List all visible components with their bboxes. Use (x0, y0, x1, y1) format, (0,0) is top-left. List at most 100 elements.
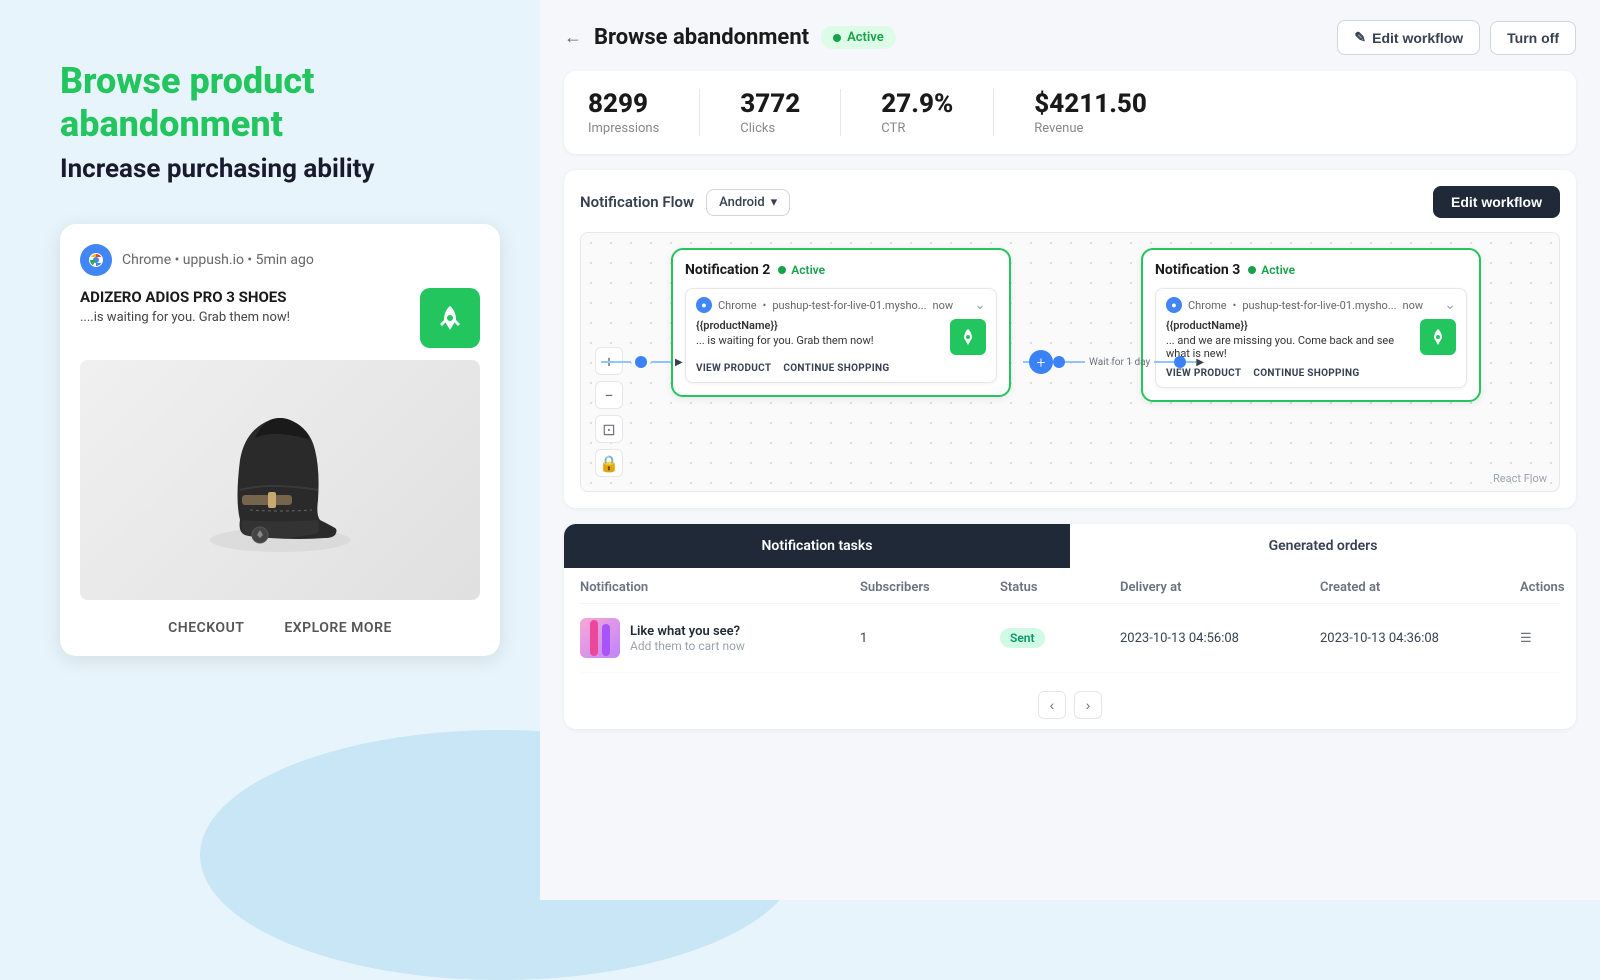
notif-sub: Add them to cart now (630, 639, 745, 653)
notif-info: Like what you see? Add them to cart now (630, 624, 745, 653)
flow-card-notification-3: Notification 3 Active ● Chrome • pus (1141, 248, 1481, 402)
flow-card-3-title: Notification 3 (1155, 262, 1240, 278)
checkout-button[interactable]: CHECKOUT (168, 620, 244, 636)
status-dot (833, 34, 841, 42)
product-body-2: ... is waiting for you. Grab them now! (696, 334, 944, 347)
stat-value-revenue: $4211.50 (1034, 89, 1147, 119)
mini-browser-2: Chrome (718, 299, 757, 312)
notif-name: Like what you see? (630, 624, 745, 639)
mini-notif-2-text: {{productName}} ... is waiting for you. … (696, 319, 944, 347)
mini-notif-3-actions: VIEW PRODUCT CONTINUE SHOPPING (1166, 368, 1456, 379)
table-row: Like what you see? Add them to cart now … (580, 604, 1560, 673)
stat-revenue: $4211.50 Revenue (1034, 89, 1147, 136)
active-dot-3 (1248, 266, 1256, 274)
mini-notif-3-header: ● Chrome • pushup-test-for-live-01.mysho… (1166, 297, 1456, 313)
fit-view-button[interactable]: ⊡ (595, 415, 623, 443)
zoom-out-button[interactable]: − (595, 381, 623, 409)
mini-notif-3-text: {{productName}} ... and we are missing y… (1166, 319, 1414, 360)
cell-delivery-at: 2023-10-13 04:56:08 (1120, 631, 1320, 646)
col-delivery-at: Delivery at (1120, 580, 1320, 595)
mini-time-2: now (933, 299, 954, 312)
prev-page-button[interactable]: ‹ (1038, 691, 1066, 719)
mini-chrome-icon-3: ● (1166, 297, 1182, 313)
turn-off-button[interactable]: Turn off (1490, 21, 1576, 55)
table-container: Notification Subscribers Status Delivery… (564, 568, 1576, 681)
product-name-2: {{productName}} (696, 319, 944, 332)
flow-header-left: Notification Flow Android ▾ (580, 189, 790, 216)
notif-meta-text: Chrome • uppush.io • 5min ago (122, 252, 314, 268)
top-bar: ← Browse abandonment Active ✎ Edit workf… (564, 20, 1576, 55)
boot-image (80, 360, 480, 600)
platform-select[interactable]: Android ▾ (706, 189, 790, 216)
mini-site-2: pushup-test-for-live-01.mysho... (772, 299, 926, 312)
cell-notification: Like what you see? Add them to cart now (580, 618, 860, 658)
top-bar-left: ← Browse abandonment Active (564, 25, 896, 50)
rocket-icon (420, 288, 480, 348)
next-page-button[interactable]: › (1074, 691, 1102, 719)
tab-notification-tasks[interactable]: Notification tasks (564, 524, 1070, 568)
stat-value-impressions: 8299 (588, 89, 659, 119)
notif-text: ADIZERO ADIOS PRO 3 SHOES ....is waiting… (80, 288, 290, 325)
stat-ctr: 27.9% CTR (881, 89, 953, 136)
flow-canvas: ▶ Notification 2 Active (580, 232, 1560, 492)
active-label-2: Active (791, 263, 825, 277)
flow-card-3-title-row: Notification 3 Active (1155, 262, 1295, 278)
product-name-3: {{productName}} (1166, 319, 1414, 332)
cell-subscribers: 1 (860, 631, 1000, 646)
notif-header: Chrome • uppush.io • 5min ago (80, 244, 480, 276)
mini-notif-2: ● Chrome • pushup-test-for-live-01.mysho… (685, 288, 997, 383)
stat-impressions: 8299 Impressions (588, 89, 659, 136)
flow-card-2-active-badge: Active (778, 263, 825, 277)
mini-action-2-view: VIEW PRODUCT (696, 363, 771, 374)
cell-actions: ☰ (1520, 631, 1576, 646)
col-actions: Actions (1520, 580, 1576, 595)
active-label-3: Active (1261, 263, 1295, 277)
mini-action-3-view: VIEW PRODUCT (1166, 368, 1241, 379)
add-node-button[interactable]: + (1029, 350, 1053, 374)
stat-value-ctr: 27.9% (881, 89, 953, 119)
explore-more-button[interactable]: EXPLORE MORE (284, 620, 391, 636)
notif-actions: CHECKOUT EXPLORE MORE (80, 612, 480, 636)
stat-divider-3 (993, 89, 994, 136)
mini-notif-2-content: {{productName}} ... is waiting for you. … (696, 319, 986, 355)
left-title-green: Browse product abandonment (60, 60, 500, 146)
edit-icon: ✎ (1354, 29, 1366, 46)
chrome-icon (80, 244, 112, 276)
actions-icon[interactable]: ☰ (1520, 631, 1532, 646)
flow-section: Notification Flow Android ▾ Edit workflo… (564, 170, 1576, 508)
notif-content-row: ADIZERO ADIOS PRO 3 SHOES ....is waiting… (80, 288, 480, 348)
mini-notif-2-header: ● Chrome • pushup-test-for-live-01.mysho… (696, 297, 986, 313)
notif-body: ....is waiting for you. Grab them now! (80, 310, 290, 325)
react-flow-label: React Flow (1493, 472, 1547, 485)
sent-badge: Sent (1000, 628, 1045, 648)
bottom-section: Notification tasks Generated orders Noti… (564, 524, 1576, 729)
col-subscribers: Subscribers (860, 580, 1000, 595)
stat-label-impressions: Impressions (588, 121, 659, 136)
cell-status: Sent (1000, 628, 1120, 648)
stats-bar: 8299 Impressions 3772 Clicks 27.9% CTR $… (564, 71, 1576, 154)
flow-card-2-header: Notification 2 Active (685, 262, 997, 278)
flow-card-2-title-row: Notification 2 Active (685, 262, 825, 278)
table-header: Notification Subscribers Status Delivery… (580, 568, 1560, 604)
mini-browser-3: Chrome (1188, 299, 1227, 312)
stat-divider-2 (840, 89, 841, 136)
mini-action-3-shop: CONTINUE SHOPPING (1253, 368, 1359, 379)
notif-thumb-inner (580, 618, 620, 658)
flow-card-3-header: Notification 3 Active (1155, 262, 1467, 278)
mini-notif-3-content: {{productName}} ... and we are missing y… (1166, 319, 1456, 360)
mini-notif-2-meta: ● Chrome • pushup-test-for-live-01.mysho… (696, 297, 953, 313)
lock-button[interactable]: 🔒 (595, 449, 623, 477)
back-arrow[interactable]: ← (564, 27, 582, 48)
flow-card-3-active-badge: Active (1248, 263, 1295, 277)
flow-header: Notification Flow Android ▾ Edit workflo… (580, 186, 1560, 218)
wait-label: Wait for 1 day (1089, 357, 1150, 368)
mini-notif-3: ● Chrome • pushup-test-for-live-01.mysho… (1155, 288, 1467, 388)
preview-card: Chrome • uppush.io • 5min ago ADIZERO AD… (60, 224, 500, 656)
edit-workflow-button[interactable]: ✎ Edit workflow (1337, 20, 1480, 55)
mini-chrome-icon-2: ● (696, 297, 712, 313)
stat-label-revenue: Revenue (1034, 121, 1147, 136)
tab-generated-orders[interactable]: Generated orders (1070, 524, 1576, 568)
mini-dot-sep-3: • (1233, 299, 1237, 312)
flow-edit-workflow-button[interactable]: Edit workflow (1433, 186, 1560, 218)
mini-notif-2-actions: VIEW PRODUCT CONTINUE SHOPPING (696, 363, 986, 374)
